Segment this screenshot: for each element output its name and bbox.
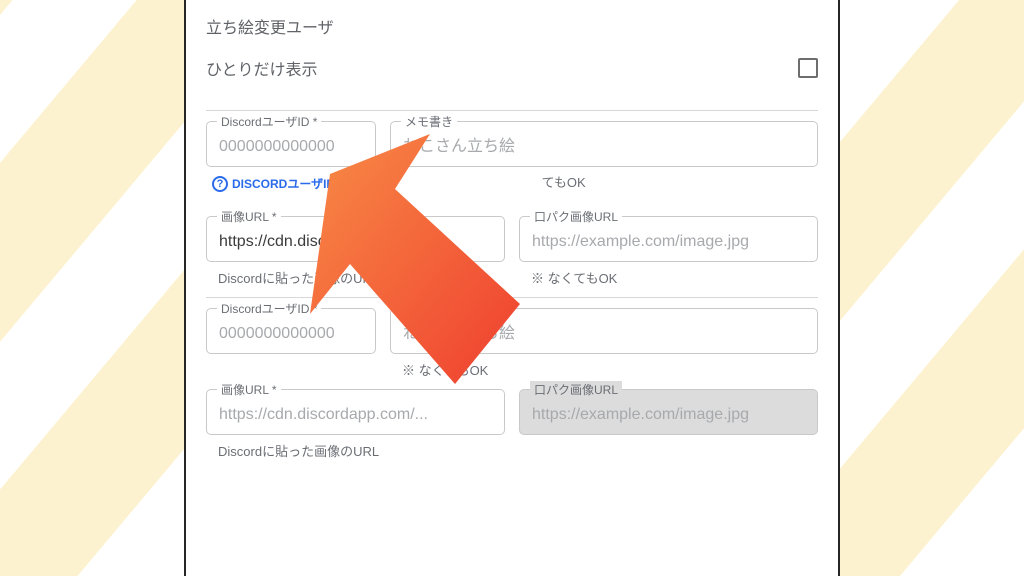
field-label: DiscordユーザID * — [217, 300, 321, 317]
toggle-label: ひとりだけ表示 — [206, 56, 318, 80]
memo-hint: てもOK — [542, 175, 586, 190]
memo-hint: ※ なくてもOK — [402, 360, 818, 379]
memo-input[interactable] — [403, 136, 805, 158]
image-url-field[interactable]: 画像URL * — [206, 216, 505, 262]
section-title: 立ち絵変更ユーザ — [206, 14, 818, 38]
lipsync-url-input — [532, 404, 805, 426]
checkbox-icon[interactable] — [798, 58, 818, 78]
discord-id-field[interactable]: DiscordユーザID * — [206, 308, 376, 354]
image-url-hint: Discordに貼った画像のURL — [218, 268, 505, 287]
discord-id-input[interactable] — [219, 136, 363, 158]
lipsync-hint: ※ なくてもOK — [531, 268, 818, 287]
image-url-hint: Discordに貼った画像のURL — [218, 441, 505, 460]
discord-id-field[interactable]: DiscordユーザID * — [206, 121, 376, 167]
help-link-label: DISCORDユーザIDと — [232, 175, 347, 192]
field-label: メモ書き — [401, 113, 457, 130]
toggle-solo-display[interactable]: ひとりだけ表示 — [206, 56, 818, 80]
user-block: DiscordユーザID * メモ書き ? DISCORDユーザIDと てもOK… — [206, 110, 818, 291]
lipsync-url-input[interactable] — [532, 231, 805, 253]
field-label: 口パク画像URL — [530, 381, 622, 398]
memo-input[interactable] — [403, 323, 805, 345]
memo-field[interactable]: メモ書き — [390, 121, 818, 167]
user-block: DiscordユーザID * メモ書き ※ なくてもOK 画像URL * 口パク… — [206, 297, 818, 464]
field-label: 画像URL * — [217, 208, 281, 225]
field-label: メモ書き — [401, 300, 457, 317]
field-label: 口パク画像URL — [530, 208, 622, 225]
settings-panel: 立ち絵変更ユーザ ひとりだけ表示 DiscordユーザID * メモ書き ? D… — [184, 0, 840, 576]
memo-field[interactable]: メモ書き — [390, 308, 818, 354]
lipsync-url-field[interactable]: 口パク画像URL — [519, 216, 818, 262]
lipsync-url-field: 口パク画像URL — [519, 389, 818, 435]
image-url-input[interactable] — [219, 231, 492, 253]
discord-id-input[interactable] — [219, 323, 363, 345]
question-icon: ? — [212, 176, 228, 192]
field-label: 画像URL * — [217, 381, 281, 398]
image-url-input[interactable] — [219, 404, 492, 426]
field-label: DiscordユーザID * — [217, 113, 321, 130]
discord-id-help-link[interactable]: ? DISCORDユーザIDと — [212, 175, 347, 192]
image-url-field[interactable]: 画像URL * — [206, 389, 505, 435]
